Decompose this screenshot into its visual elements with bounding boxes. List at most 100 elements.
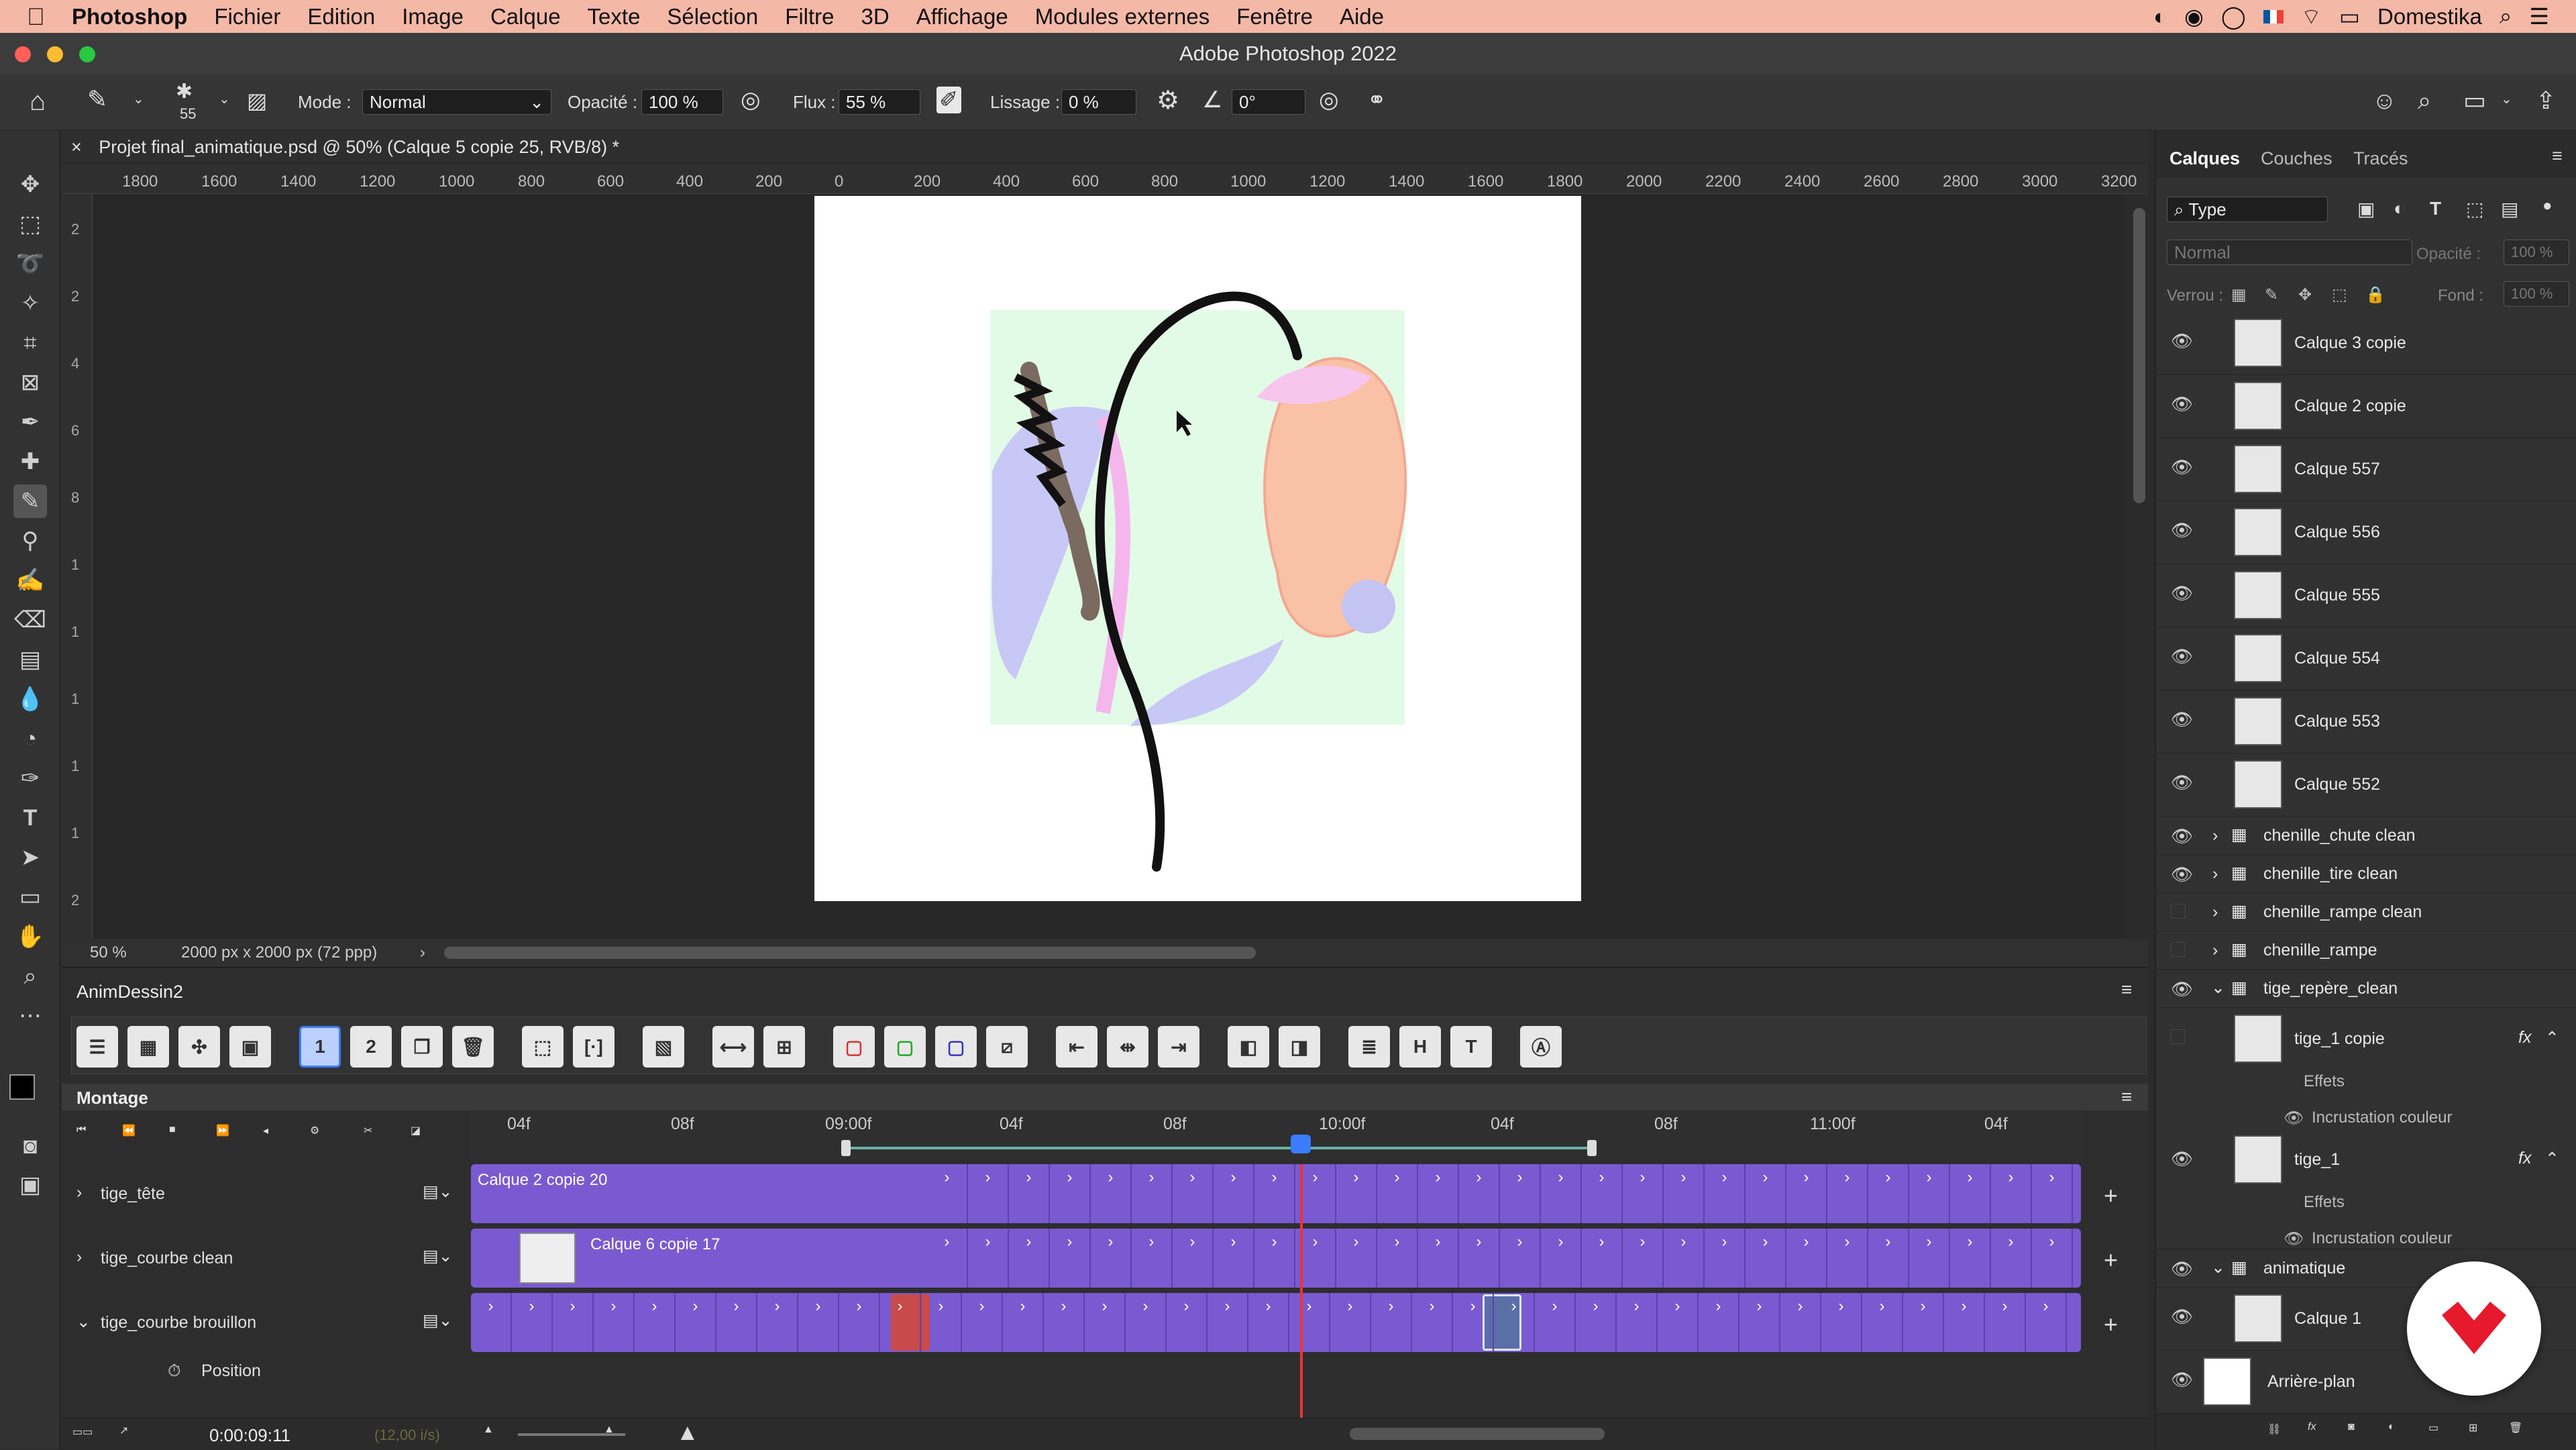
close-icon[interactable]: × xyxy=(71,137,82,157)
eye-icon[interactable]: 👁 xyxy=(2171,1259,2193,1280)
frame-cell[interactable]: › xyxy=(1623,1229,1664,1288)
menu-fenetre[interactable]: Fenêtre xyxy=(1236,4,1313,30)
frame-cell[interactable]: › xyxy=(1664,1164,1705,1223)
blur-icon[interactable]: 💧 xyxy=(13,682,47,716)
hatch-icon[interactable]: ▧ xyxy=(643,1026,684,1068)
frame-cell[interactable]: › xyxy=(1705,1229,1746,1288)
eye-icon[interactable]: 👁 xyxy=(2171,520,2193,541)
link-icon[interactable]: ⛓ xyxy=(2267,1422,2281,1436)
stamp-tool-icon[interactable]: ⚲ xyxy=(13,524,47,558)
frame-cell[interactable]: › xyxy=(1862,1293,1903,1352)
airbrush-icon[interactable]: ✐ xyxy=(936,87,961,113)
document-tab[interactable]: × Projet final_animatique.psd @ 50% (Cal… xyxy=(62,131,2148,163)
brush-preset-icon[interactable]: ✱ xyxy=(176,80,193,103)
frame-cell[interactable]: › xyxy=(635,1293,676,1352)
green-tag-icon[interactable]: ▢ xyxy=(884,1026,926,1068)
panel-menu-icon[interactable]: ≡ xyxy=(2552,146,2563,166)
menu-calque[interactable]: Calque xyxy=(490,4,561,30)
clip-frames-brouillon[interactable]: › › › › › › › › › › › › › › › › › › › › › › › › › › › › › › › › › › › › › › › xyxy=(471,1293,2081,1352)
brush-tool-icon[interactable]: ✎ xyxy=(13,484,47,518)
control-center-icon[interactable]: ☰ xyxy=(2529,3,2549,30)
layer-row[interactable]: 👁 Calque 556 xyxy=(2156,501,2576,564)
symmetry-icon[interactable]: ⚭ xyxy=(1367,87,1387,113)
eye-icon[interactable]: 👁 xyxy=(2171,1306,2193,1327)
frame-cell[interactable]: › xyxy=(716,1293,757,1352)
status-icon-1[interactable]: ◐ xyxy=(2153,4,2167,30)
pressure-opacity-icon[interactable]: ◎ xyxy=(741,87,761,113)
clip-calque-6-copie-17[interactable]: Calque 6 copie 17 › › › › › › › › › › › › › › › › › › › › › ›… xyxy=(471,1229,2081,1288)
about-icon[interactable]: Ⓐ xyxy=(1520,1026,1562,1068)
mode-select[interactable]: Normal ⌄ xyxy=(362,89,551,115)
eye-icon[interactable]: 👁 xyxy=(2171,979,2193,1000)
eye-icon[interactable]: 👁 xyxy=(2171,709,2193,730)
app-menu[interactable]: Photoshop xyxy=(72,4,187,30)
frame-cell[interactable]: › xyxy=(968,1164,1009,1223)
gear-icon[interactable]: ⚙ xyxy=(1157,85,1179,115)
move-left-icon[interactable]: ⇤ xyxy=(1056,1026,1097,1068)
menu-aide[interactable]: Aide xyxy=(1340,4,1384,30)
marquee-tool-icon[interactable]: ⬚ xyxy=(13,207,47,241)
gradient-icon[interactable]: ▤ xyxy=(13,643,47,676)
onion-skin-icon[interactable]: ▦ xyxy=(127,1026,169,1068)
chevron-up-icon[interactable]: ⌃ xyxy=(2545,1028,2559,1048)
lock-transparency-icon[interactable]: ▦ xyxy=(2231,285,2247,305)
next-frame-icon[interactable]: ⏩ xyxy=(216,1124,229,1137)
layer-row[interactable]: 👁 Calque 554 xyxy=(2156,627,2576,690)
tab-calques[interactable]: Calques xyxy=(2169,148,2240,169)
frame-cell[interactable]: › xyxy=(1377,1164,1418,1223)
frame-cell[interactable]: › xyxy=(1167,1293,1208,1352)
frame-cell[interactable]: › xyxy=(962,1293,1003,1352)
eye-icon[interactable]: 👁 xyxy=(2171,864,2193,885)
layer-row[interactable]: 👁 Calque 557 xyxy=(2156,438,2576,501)
convert-icon[interactable]: ↗ xyxy=(119,1424,128,1437)
eye-icon[interactable]: 👁 xyxy=(2171,826,2193,847)
frame-cell[interactable]: › xyxy=(1044,1293,1085,1352)
work-area-end[interactable] xyxy=(1587,1140,1597,1156)
chevron-right-icon[interactable]: › xyxy=(76,1183,82,1202)
frame-cell[interactable]: › xyxy=(1944,1293,1985,1352)
frame-cell[interactable]: › xyxy=(1658,1293,1699,1352)
frame-cell[interactable]: › xyxy=(839,1293,880,1352)
frame-cell[interactable]: › xyxy=(1664,1229,1705,1288)
frame-cell[interactable]: › xyxy=(1746,1229,1786,1288)
angle-input[interactable]: 0° xyxy=(1232,89,1305,115)
frame-cell[interactable]: › xyxy=(1786,1164,1827,1223)
wifi-icon[interactable]: ⌔ xyxy=(2301,3,2322,30)
history-brush-icon[interactable]: ✍ xyxy=(13,564,47,597)
eye-icon[interactable]: 👁 xyxy=(2171,394,2193,415)
clip-calque-2-copie-20[interactable]: Calque 2 copie 20 › › › › › › › › › › › › › › › › › › › › › ›… xyxy=(471,1164,2081,1223)
lissage-input[interactable]: 0 % xyxy=(1061,89,1136,115)
menu-edition[interactable]: Edition xyxy=(307,4,375,30)
layer-row[interactable]: 👁 Calque 553 xyxy=(2156,690,2576,754)
search-icon[interactable]: ⌕ xyxy=(2500,3,2512,30)
layer-opacity-input[interactable]: 100 % xyxy=(2504,240,2569,265)
menu-affichage[interactable]: Affichage xyxy=(916,4,1008,30)
settings-icon[interactable]: ⚙ xyxy=(310,1124,319,1137)
frame-cell[interactable]: › xyxy=(1126,1293,1167,1352)
eye-icon[interactable]: 👁 xyxy=(2171,1369,2193,1390)
frame-cell[interactable]: › xyxy=(1085,1293,1126,1352)
no-tag-icon[interactable]: ⧄ xyxy=(986,1026,1028,1068)
chevron-down-icon[interactable]: ⌄ xyxy=(2211,978,2225,998)
zoom-slider-thumb[interactable]: ▲ xyxy=(604,1424,614,1436)
frame-cell[interactable]: › xyxy=(1009,1229,1050,1288)
eye-icon[interactable]: 👁 xyxy=(2171,583,2193,604)
eye-icon[interactable]: 👁 xyxy=(2171,646,2193,667)
frame-1-icon[interactable]: 1 xyxy=(299,1026,341,1068)
fx-icon[interactable]: fx xyxy=(2308,1421,2316,1433)
grid-icon[interactable]: ✣ xyxy=(178,1026,220,1068)
work-area-bar[interactable] xyxy=(845,1147,1590,1149)
timeline-scrollbar[interactable] xyxy=(1350,1428,1605,1440)
frame-cell[interactable]: › xyxy=(1208,1293,1248,1352)
frame-cell[interactable]: › xyxy=(1132,1229,1173,1288)
time-ruler[interactable]: 04f 08f 09:00f 04f 08f 10:00f 04f 08f 11… xyxy=(470,1110,2081,1160)
close-window-button[interactable] xyxy=(15,46,31,62)
visibility-toggle[interactable] xyxy=(2171,942,2186,957)
stopwatch-icon[interactable]: ⏱ xyxy=(168,1361,181,1381)
frame-cell[interactable]: › xyxy=(1418,1164,1459,1223)
horizontal-scrollbar[interactable] xyxy=(444,947,1256,959)
blend-mode-select[interactable]: Normal xyxy=(2167,240,2412,265)
frame-cell[interactable]: › xyxy=(1541,1164,1582,1223)
flux-input[interactable]: 55 % xyxy=(839,89,920,115)
frame-cell[interactable]: › xyxy=(1582,1229,1623,1288)
